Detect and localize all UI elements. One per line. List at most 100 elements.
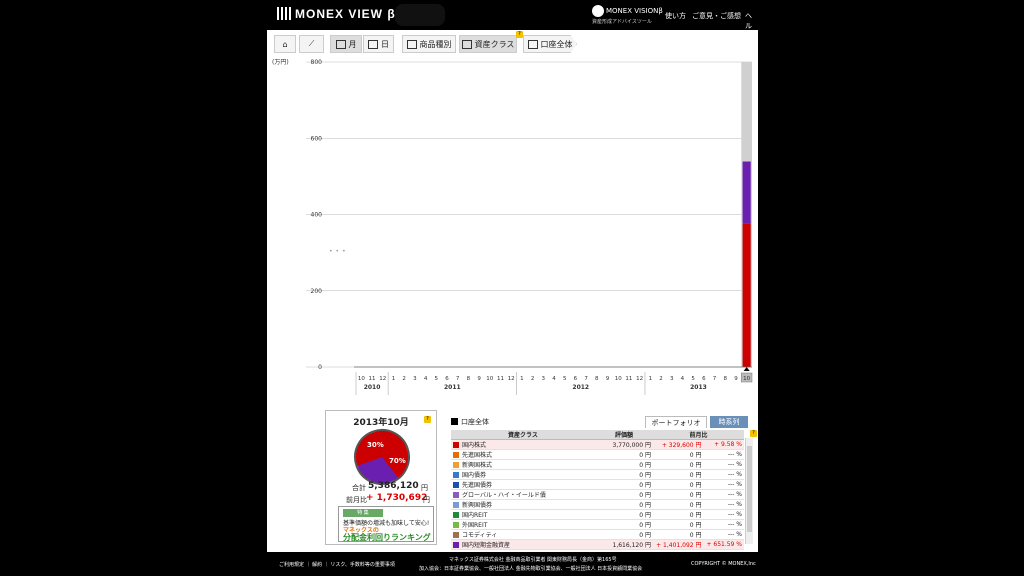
asset-history-chart: (万円) 0 200 400 600 800 10 11 12 1 2 3 4 5 6 7 8 9 10 11 12 1 2…	[267, 58, 758, 398]
asset-name: 国内短期金融資産	[462, 542, 511, 549]
asset-name: 国内株式	[462, 442, 487, 449]
x-tick-label: 11	[497, 376, 504, 382]
asset-change: 0 円	[653, 489, 704, 500]
table-row[interactable]: 国内債券 0 円0 円 --- %	[451, 469, 744, 480]
asset-change: 0 円	[653, 529, 704, 540]
asset-change-pct: --- %	[703, 509, 744, 520]
value-yen: 円	[644, 542, 651, 549]
asset-value: 0 円	[595, 519, 653, 530]
y-tick-label: 600	[311, 135, 323, 142]
y-tick-label: 0	[318, 364, 322, 371]
x-tick-label: 8	[723, 376, 727, 382]
toolbar: ⌂ ⟋ 月 日 商品種別 資産クラス ? 口座全体	[267, 30, 758, 58]
tab-timeseries[interactable]: 時系列	[710, 416, 748, 428]
table-row[interactable]: コモディティ 0 円0 円 --- %	[451, 529, 744, 540]
table-row[interactable]: 新興国債券 0 円0 円 --- %	[451, 499, 744, 510]
help-link[interactable]: ヘル	[745, 11, 758, 31]
day-button[interactable]: 日	[363, 35, 394, 53]
vision-circle-icon	[592, 5, 604, 17]
change-yen: 円	[695, 482, 702, 489]
table-row[interactable]: 先進国株式 0 円0 円 --- %	[451, 449, 744, 460]
asset-change-pct: --- %	[703, 529, 744, 540]
change-text: + 329,600	[661, 442, 694, 449]
table-row[interactable]: 国内株式 3,770,000 円 + 329,600 円 + 9.58 %	[451, 439, 744, 450]
asset-name: 新興国債券	[462, 502, 493, 509]
x-tick-label: 5	[435, 376, 439, 382]
day-label: 日	[381, 39, 389, 49]
value-text: 0	[639, 492, 644, 499]
x-tick-label: 5	[691, 376, 695, 382]
logo-text: MONEX VIEW β	[295, 7, 396, 21]
home-button[interactable]: ⌂	[274, 35, 296, 53]
x-tick-label: 8	[595, 376, 599, 382]
asset-change-pct: --- %	[703, 519, 744, 530]
asset-name: 国内債券	[462, 472, 487, 479]
asset-value: 0 円	[595, 449, 653, 460]
value-text: 0	[639, 462, 644, 469]
x-tick-label: 6	[574, 376, 578, 382]
month-button[interactable]: 月	[330, 35, 362, 53]
pct-text: ---	[727, 481, 735, 488]
logo-bars-icon	[277, 7, 291, 20]
asset-change: + 329,600 円	[653, 439, 704, 450]
pct-sign: %	[736, 451, 742, 458]
loading-dots-icon: •••	[329, 248, 349, 255]
asset-name-cell: 先進国株式	[451, 449, 595, 460]
asset-name-cell: 新興国債券	[451, 499, 595, 510]
table-row[interactable]: グローバル・ハイ・イールド債 0 円0 円 --- %	[451, 489, 744, 500]
pct-sign: %	[736, 441, 742, 448]
change-yen: 円	[695, 542, 702, 549]
table-scrollbar[interactable]	[745, 438, 753, 544]
x-tick-label: 1	[520, 376, 524, 382]
total-value: 5,386,120	[368, 481, 419, 491]
tab-portfolio[interactable]: ポートフォリオ	[645, 416, 707, 428]
card-icon	[406, 39, 417, 49]
legend-swatch-icon	[453, 542, 459, 548]
footer-company: マネックス証券株式会社 金融商品取引業者 関東財務局長（金商）第165号	[449, 557, 617, 563]
feedback-link[interactable]: ご意見・ご感想	[692, 11, 741, 21]
legend-swatch-icon	[453, 522, 459, 528]
portfolio-panel: 2013年10月 ? 30% 70% 合計 5,386,120 円 前月比 + …	[325, 410, 757, 550]
change-text: 0	[689, 462, 694, 469]
card-icon	[461, 39, 472, 49]
promo-tag: 特 集	[343, 509, 383, 517]
asset-name-cell: 先進国債券	[451, 479, 595, 490]
help-badge-icon[interactable]: ?	[750, 430, 757, 437]
table-row[interactable]: 先進国債券 0 円0 円 --- %	[451, 479, 744, 490]
howto-link[interactable]: 使い方	[665, 11, 686, 21]
account-all-button[interactable]: 口座全体	[523, 35, 577, 53]
asset-change: 0 円	[653, 459, 704, 470]
monex-vision-logo[interactable]: MONEX VISIONβ 資産形成アドバイスツール	[592, 5, 663, 26]
help-badge-icon[interactable]: ?	[516, 31, 523, 38]
x-tick-label: 1	[392, 376, 396, 382]
x-tick-label: 2	[402, 376, 406, 382]
asset-name-cell: 国内短期金融資産	[451, 539, 595, 550]
product-type-button[interactable]: 商品種別	[402, 35, 456, 53]
summary-card: 2013年10月 ? 30% 70% 合計 5,386,120 円 前月比 + …	[325, 410, 437, 545]
table-row[interactable]: 外国REIT 0 円0 円 --- %	[451, 519, 744, 530]
card-icon	[527, 39, 538, 49]
pct-text: + 651.59	[706, 541, 735, 548]
value-yen: 円	[644, 502, 651, 509]
scrollbar-thumb[interactable]	[747, 446, 752, 532]
pct-text: ---	[727, 521, 735, 528]
help-badge-icon[interactable]: ?	[424, 416, 431, 423]
promo-banner[interactable]: 特 集 基準価額の増減も加味して安心! マネックスの 分配金利回りランキング	[338, 506, 434, 542]
line-chart-button[interactable]: ⟋	[299, 35, 324, 53]
top-header: MONEX VIEW β MONEX VISIONβ 資産形成アドバイスツール …	[267, 0, 758, 30]
change-yen: 円	[695, 532, 702, 539]
pct-text: ---	[727, 511, 735, 518]
table-row[interactable]: 国内短期金融資産 1,616,120 円 + 1,401,092 円 + 651.59…	[451, 539, 744, 550]
table-row[interactable]: 新興国株式 0 円0 円 --- %	[451, 459, 744, 470]
x-tick-label: 10	[743, 376, 750, 382]
bar-chart-svg: (万円)020040060080010 11 12 1 2 3 4 5 6 7 8 9 10 11 12 1 2…	[272, 59, 753, 395]
footer-links[interactable]: ご利用規定 ｜ 解約 ｜ リスク、手数料等の重要事項	[279, 561, 395, 568]
line-chart-icon: ⟋	[308, 39, 315, 48]
x-tick-label: 7	[713, 376, 717, 382]
asset-class-button[interactable]: 資産クラス	[459, 35, 517, 53]
monex-view-logo[interactable]: MONEX VIEW β	[277, 7, 396, 21]
value-text: 0	[639, 472, 644, 479]
table-row[interactable]: 国内REIT 0 円0 円 --- %	[451, 509, 744, 520]
account-scope: 口座全体	[451, 417, 489, 427]
asset-class-table: 資産クラス 評価額 前月比 国内株式 3,770,000 円 + 329,600 円…	[451, 430, 744, 550]
